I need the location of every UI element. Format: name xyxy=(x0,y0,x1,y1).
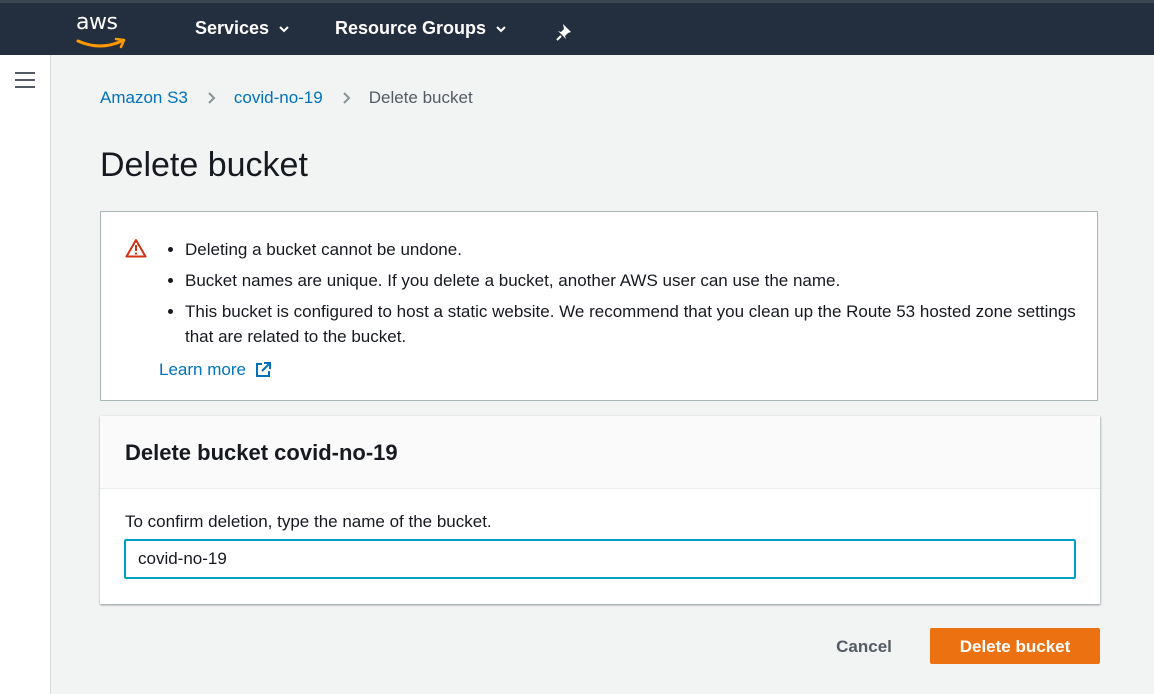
cancel-button[interactable]: Cancel xyxy=(820,628,908,664)
services-label: Services xyxy=(195,18,270,38)
side-navigation-rail xyxy=(0,55,51,694)
warning-icon xyxy=(125,239,147,258)
menu-icon[interactable] xyxy=(15,72,35,88)
learn-more-link[interactable]: Learn more xyxy=(159,360,272,380)
bucket-name-input[interactable] xyxy=(124,539,1076,579)
chevron-right-icon xyxy=(208,92,216,104)
warning-item: This bucket is configured to host a stat… xyxy=(185,299,1085,349)
delete-bucket-button[interactable]: Delete bucket xyxy=(930,628,1100,664)
aws-smile-icon xyxy=(76,37,126,49)
chevron-down-icon xyxy=(279,25,289,32)
warning-list: Deleting a bucket cannot be undone. Buck… xyxy=(161,237,1085,355)
breadcrumb: Amazon S3 covid-no-19 Delete bucket xyxy=(100,88,473,108)
page-title: Delete bucket xyxy=(100,146,308,184)
resource-groups-label: Resource Groups xyxy=(335,18,487,38)
external-link-icon xyxy=(255,362,271,377)
breadcrumb-current: Delete bucket xyxy=(368,88,473,107)
services-menu[interactable]: Services xyxy=(195,18,291,39)
chevron-down-icon xyxy=(496,25,506,32)
aws-logo[interactable]: aws xyxy=(72,9,132,49)
confirm-delete-panel: Delete bucket covid-no-19 To confirm del… xyxy=(100,416,1100,604)
breadcrumb-bucket[interactable]: covid-no-19 xyxy=(234,88,323,108)
warning-alert: Deleting a bucket cannot be undone. Buck… xyxy=(100,211,1098,401)
chevron-right-icon xyxy=(343,92,351,104)
resource-groups-menu[interactable]: Resource Groups xyxy=(335,18,508,39)
warning-item: Bucket names are unique. If you delete a… xyxy=(185,268,1085,293)
top-navigation-bar: aws Services Resource Groups xyxy=(0,0,1154,55)
learn-more-label: Learn more xyxy=(159,360,246,379)
pin-icon[interactable] xyxy=(555,22,575,42)
confirm-label: To confirm deletion, type the name of th… xyxy=(125,512,492,531)
warning-item: Deleting a bucket cannot be undone. xyxy=(185,237,1085,262)
breadcrumb-amazon-s3[interactable]: Amazon S3 xyxy=(100,88,188,108)
panel-title: Delete bucket covid-no-19 xyxy=(125,440,398,465)
